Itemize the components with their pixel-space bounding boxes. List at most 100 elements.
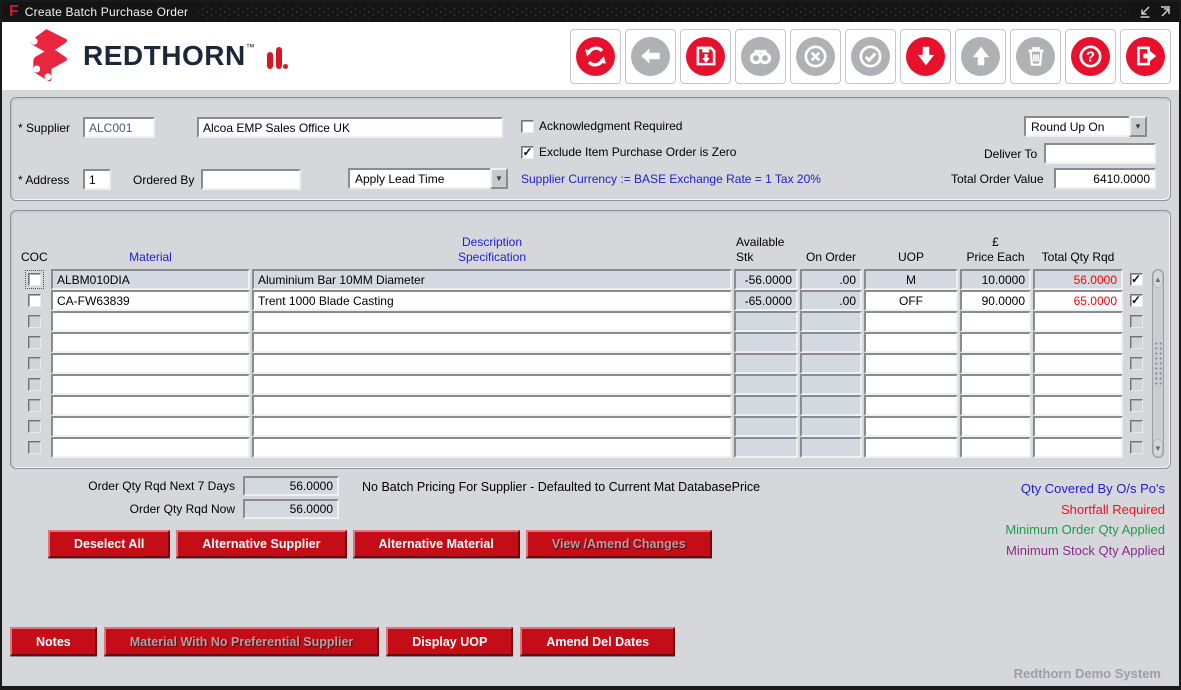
cell-uop	[864, 395, 958, 416]
grid-vertical-scrollbar[interactable]: ▲ ▼	[1152, 269, 1164, 458]
cell-material[interactable]: ALBM010DIA	[51, 269, 250, 290]
row-select-checkbox-cell	[1125, 332, 1147, 353]
cell-description[interactable]: Aluminium Bar 10MM Diameter	[252, 269, 732, 290]
confirm-button[interactable]	[845, 29, 896, 84]
chevron-down-icon[interactable]: ▼	[490, 168, 508, 189]
coc-checkbox-cell	[19, 269, 49, 290]
row-select-checkbox-cell	[1125, 395, 1147, 416]
view-amend-changes-button: View /Amend Changes	[526, 530, 712, 558]
window-maximize-icon[interactable]	[1159, 6, 1172, 19]
cell-price-each[interactable]: 10.0000	[960, 269, 1031, 290]
deliver-to-field[interactable]	[1044, 143, 1156, 164]
lead-time-value: Apply Lead Time	[348, 168, 490, 189]
supplier-label: * Supplier	[18, 121, 70, 135]
cell-uop[interactable]: OFF	[864, 290, 958, 311]
cell-price-each	[960, 437, 1031, 458]
grid-header-row: COC Material DescriptionSpecification Av…	[19, 235, 1164, 265]
coc-checkbox	[28, 378, 41, 391]
save-button[interactable]	[680, 29, 731, 84]
acknowledgment-required-checkbox[interactable]	[521, 120, 534, 133]
delete-icon	[1016, 37, 1055, 76]
upload-icon	[961, 37, 1000, 76]
row-select-checkbox-cell	[1125, 416, 1147, 437]
cell-available-stk: -65.0000	[734, 290, 798, 311]
col-header-material[interactable]: Material	[51, 250, 250, 265]
col-header-coc: COC	[19, 250, 49, 265]
cell-uop	[864, 311, 958, 332]
cell-total-qty-rqd	[1033, 416, 1123, 437]
ordered-by-field[interactable]	[201, 169, 301, 190]
col-header-on-order: On Order	[800, 250, 862, 265]
scroll-down-icon[interactable]: ▼	[1153, 439, 1163, 457]
notes-button[interactable]: Notes	[10, 627, 97, 656]
cell-total-qty-rqd[interactable]: 65.0000	[1033, 290, 1123, 311]
col-header-description[interactable]: DescriptionSpecification	[252, 235, 732, 265]
cell-available-stk	[734, 374, 798, 395]
qty-next7-field[interactable]: 56.0000	[243, 476, 339, 496]
cell-on-order	[800, 353, 862, 374]
row-select-checkbox[interactable]	[1130, 273, 1143, 286]
cell-on-order	[800, 332, 862, 353]
back-button[interactable]	[625, 29, 676, 84]
address-label: * Address	[18, 173, 69, 187]
cell-description[interactable]: Trent 1000 Blade Casting	[252, 290, 732, 311]
total-order-label: Total Order Value	[951, 172, 1044, 186]
row-select-checkbox	[1130, 441, 1143, 454]
cell-uop	[864, 374, 958, 395]
legend-item-2: Minimum Order Qty Applied	[1005, 520, 1165, 541]
qty-now-label: Order Qty Rqd Now	[40, 502, 235, 516]
round-up-dropdown[interactable]: Round Up On▼	[1024, 116, 1147, 137]
exclude-zero-row: Exclude Item Purchase Order is Zero	[521, 145, 736, 159]
display-uop-button[interactable]: Display UOP	[386, 627, 513, 656]
upload-button[interactable]	[955, 29, 1006, 84]
coc-checkbox	[28, 357, 41, 370]
chevron-down-icon[interactable]: ▼	[1129, 116, 1147, 137]
cell-material	[51, 395, 250, 416]
total-order-value-field[interactable]: 6410.0000	[1054, 168, 1156, 189]
cancel-button[interactable]	[790, 29, 841, 84]
download-button[interactable]	[900, 29, 951, 84]
action-button-row: Deselect AllAlternative SupplierAlternat…	[48, 530, 712, 558]
cell-description	[252, 311, 732, 332]
find-button[interactable]	[735, 29, 786, 84]
col-header-available-stk: AvailableStk	[734, 235, 798, 265]
cell-material	[51, 374, 250, 395]
supplier-name-field[interactable]: Alcoa EMP Sales Office UK	[197, 117, 503, 138]
scroll-up-icon[interactable]: ▲	[1153, 270, 1163, 288]
lead-time-dropdown[interactable]: Apply Lead Time▼	[348, 168, 508, 189]
scrollbar-thumb[interactable]	[1153, 288, 1163, 439]
cell-available-stk	[734, 395, 798, 416]
deselect-all-button[interactable]: Deselect All	[48, 530, 170, 558]
cell-total-qty-rqd[interactable]: 56.0000	[1033, 269, 1123, 290]
coc-checkbox	[28, 399, 41, 412]
exit-button[interactable]	[1120, 29, 1171, 84]
cell-uop[interactable]: M	[864, 269, 958, 290]
cell-on-order	[800, 416, 862, 437]
delete-button[interactable]	[1010, 29, 1061, 84]
cell-price-each	[960, 416, 1031, 437]
address-field[interactable]: 1	[83, 169, 111, 190]
supplier-code-field[interactable]: ALC001	[83, 117, 155, 138]
qty-now-field[interactable]: 56.0000	[243, 499, 339, 519]
acknowledgment-required-label: Acknowledgment Required	[539, 119, 682, 133]
help-button[interactable]: ?	[1065, 29, 1116, 84]
exclude-zero-checkbox[interactable]	[521, 146, 534, 159]
refresh-button[interactable]	[570, 29, 621, 84]
cell-total-qty-rqd	[1033, 437, 1123, 458]
cell-price-each[interactable]: 90.0000	[960, 290, 1031, 311]
alternative-material-button[interactable]: Alternative Material	[353, 530, 520, 558]
cell-material[interactable]: CA-FW63839	[51, 290, 250, 311]
amend-del-dates-button[interactable]: Amend Del Dates	[520, 627, 675, 656]
cell-total-qty-rqd	[1033, 353, 1123, 374]
window-restore-icon[interactable]	[1139, 6, 1152, 19]
row-select-checkbox	[1130, 378, 1143, 391]
coc-checkbox[interactable]	[28, 294, 41, 307]
main-toolbar: ?	[570, 29, 1171, 84]
legend-item-1: Shortfall Required	[1005, 500, 1165, 521]
row-select-checkbox[interactable]	[1130, 294, 1143, 307]
cell-total-qty-rqd	[1033, 374, 1123, 395]
coc-checkbox[interactable]	[28, 273, 41, 286]
footer-text: Redthorn Demo System	[1014, 666, 1161, 681]
alternative-supplier-button[interactable]: Alternative Supplier	[176, 530, 346, 558]
footer: Redthorn Demo System	[10, 660, 1171, 686]
